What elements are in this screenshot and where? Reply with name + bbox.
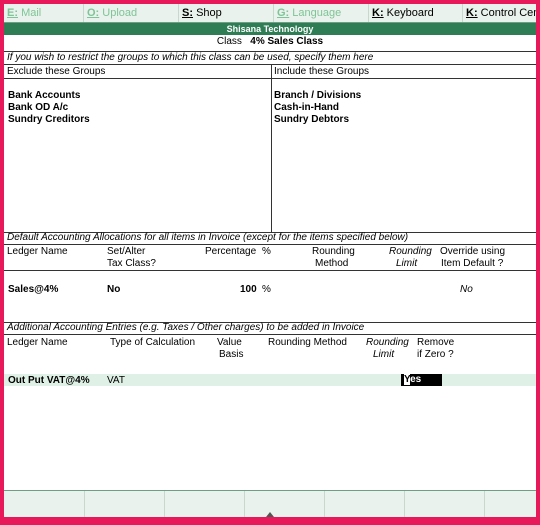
bottom-button[interactable] bbox=[84, 491, 165, 517]
alloc-col-ledger: Ledger Name bbox=[7, 246, 68, 257]
mail-label: Mail bbox=[21, 7, 42, 19]
keyboard-label: Keyboard bbox=[386, 7, 434, 19]
upload-key: O: bbox=[87, 7, 100, 19]
shop-key: S: bbox=[182, 7, 193, 19]
exclude-item[interactable]: Bank OD A/c bbox=[8, 102, 68, 113]
add-ledger-field[interactable]: Out Put VAT@4% bbox=[8, 375, 90, 386]
bottom-button[interactable] bbox=[244, 491, 325, 517]
alloc-percent-symbol: % bbox=[262, 284, 271, 295]
groups-divider bbox=[271, 64, 272, 232]
tally-screen: E: Mail O: Upload S: Shop G: Language K:… bbox=[4, 4, 536, 517]
control-centre-label: Control Cent bbox=[480, 7, 536, 19]
keyboard-key: K: bbox=[372, 7, 384, 19]
bottom-button[interactable] bbox=[164, 491, 245, 517]
allocations-section-title: Default Accounting Allocations for all i… bbox=[7, 232, 409, 243]
control-centre-key: K: bbox=[466, 7, 478, 19]
alloc-setalter-field[interactable]: No bbox=[107, 284, 120, 295]
add-col-limit: Rounding bbox=[366, 337, 409, 348]
top-toolbar: E: Mail O: Upload S: Shop G: Language K:… bbox=[4, 4, 536, 23]
class-line: Class 4% Sales Class bbox=[4, 36, 536, 47]
include-item[interactable]: Sundry Debtors bbox=[274, 114, 349, 125]
bottom-button[interactable] bbox=[324, 491, 405, 517]
alloc-override-field[interactable]: No bbox=[460, 284, 473, 295]
language-button[interactable]: G: Language bbox=[273, 4, 371, 22]
mail-button[interactable]: E: Mail bbox=[4, 4, 83, 22]
divider bbox=[4, 78, 536, 79]
include-header: Include these Groups bbox=[274, 66, 370, 77]
remove-if-zero-value: es bbox=[410, 374, 422, 385]
bottom-button[interactable] bbox=[484, 491, 536, 517]
instruction-text: If you wish to restrict the groups to wh… bbox=[7, 52, 374, 63]
add-col-limit-sub: Limit bbox=[373, 349, 395, 360]
alloc-col-rounding-sub: Method bbox=[315, 258, 349, 269]
add-type-field[interactable]: VAT bbox=[107, 375, 125, 386]
add-col-remove: Remove bbox=[417, 337, 455, 348]
alloc-col-limit: Rounding bbox=[389, 246, 432, 257]
add-col-type: Type of Calculation bbox=[110, 337, 196, 348]
alloc-col-override-sub: Item Default ? bbox=[441, 258, 504, 269]
bottom-button[interactable] bbox=[4, 491, 84, 517]
class-name-field[interactable]: 4% Sales Class bbox=[250, 36, 323, 47]
alloc-col-setalter: Set/Alter bbox=[107, 246, 146, 257]
control-centre-button[interactable]: K: Control Cent bbox=[462, 4, 536, 22]
bottom-button[interactable] bbox=[404, 491, 485, 517]
class-label: Class bbox=[216, 36, 242, 47]
upload-label: Upload bbox=[102, 7, 138, 19]
alloc-percentage-field[interactable]: 100 bbox=[240, 284, 257, 295]
add-col-ledger: Ledger Name bbox=[7, 337, 68, 348]
alloc-col-percentage: Percentage bbox=[205, 246, 257, 257]
company-title: Shisana Technology bbox=[4, 23, 536, 35]
divider bbox=[4, 64, 536, 65]
alloc-col-setalter-sub: Tax Class? bbox=[107, 258, 156, 269]
divider bbox=[4, 334, 536, 335]
alloc-ledger-field[interactable]: Sales@4% bbox=[8, 284, 58, 295]
divider bbox=[4, 270, 536, 271]
alloc-col-percent-symbol: % bbox=[262, 246, 271, 257]
alloc-col-limit-sub: Limit bbox=[396, 258, 418, 269]
add-col-remove-sub: if Zero ? bbox=[417, 349, 454, 360]
exclude-item[interactable]: Sundry Creditors bbox=[8, 114, 90, 125]
keyboard-button[interactable]: K: Keyboard bbox=[368, 4, 466, 22]
include-item[interactable]: Cash-in-Hand bbox=[274, 102, 339, 113]
exclude-header: Exclude these Groups bbox=[7, 66, 106, 77]
exclude-item[interactable]: Bank Accounts bbox=[8, 90, 80, 101]
add-col-rounding: Rounding Method bbox=[268, 337, 347, 348]
mail-key: E: bbox=[7, 7, 18, 19]
include-item[interactable]: Branch / Divisions bbox=[274, 90, 361, 101]
remove-if-zero-field[interactable]: Yes bbox=[401, 374, 442, 386]
language-label: Language bbox=[292, 7, 342, 19]
chevron-up-icon[interactable] bbox=[266, 512, 274, 517]
add-col-value: Value bbox=[217, 337, 242, 348]
shop-label: Shop bbox=[196, 7, 222, 19]
alloc-col-rounding: Rounding bbox=[312, 246, 355, 257]
add-col-value-sub: Basis bbox=[219, 349, 244, 360]
divider bbox=[4, 244, 536, 245]
language-key: G: bbox=[277, 7, 290, 19]
alloc-col-override: Override using bbox=[440, 246, 506, 257]
additional-section-title: Additional Accounting Entries (e.g. Taxe… bbox=[7, 322, 365, 333]
shop-button[interactable]: S: Shop bbox=[178, 4, 276, 22]
upload-button[interactable]: O: Upload bbox=[83, 4, 181, 22]
